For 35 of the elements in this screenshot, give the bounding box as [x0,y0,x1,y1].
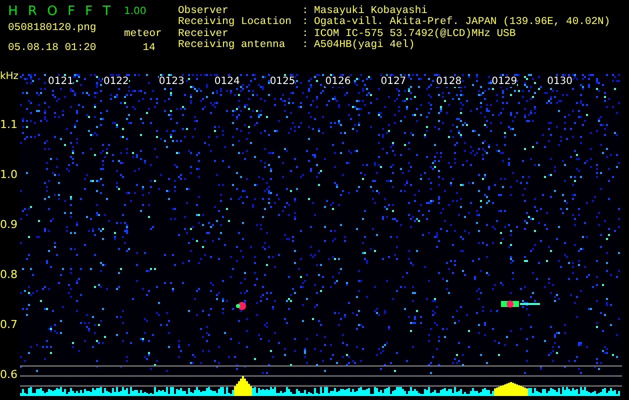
axis-label: 0.8 [0,266,18,282]
time-label: 0125 [270,76,296,87]
time-label: 0122 [103,76,129,87]
axis-label: 1.1 [0,116,18,132]
axis-label: 0.6 [0,366,18,382]
info-label: Receiving antenna [178,39,286,51]
info-separator: : [302,16,310,28]
time-label: 0123 [158,76,184,87]
info-label: Receiver [178,28,228,40]
meteor-label: meteor [124,28,163,40]
time-label: 0128 [436,76,462,87]
axis-unit: kHz [0,72,20,84]
info-separator: : [302,4,310,16]
meteor-count: 14 [142,42,156,54]
axis-label: 0.9 [0,216,18,232]
file-name: 0508180120.png [8,22,98,34]
info-value: A504HB(yagi 4el) [314,39,416,51]
info-value: Masayuki Kobayashi [314,4,428,16]
info-label: Receiving Location [178,16,292,28]
time-label: 0129 [492,76,518,87]
time-label: 0121 [48,76,74,87]
info-value: ICOM IC-575 53.7492(@LCD)MHz USB [314,28,517,40]
time-label: 0127 [380,76,406,87]
info-value: Ogata-vill. Akita-Pref. JAPAN (139.96E, 40.02N) [314,16,610,28]
timestamp: 05.08.18 01:20 [8,42,98,54]
info-separator: : [302,39,310,51]
axis-label: 0.7 [0,316,18,332]
axis-label: 1.0 [0,166,18,182]
app-title: H R O F F T [8,4,115,19]
app-version: 1.00 [124,5,148,17]
time-label: 0124 [214,76,240,87]
time-label: 0130 [547,76,573,87]
info-label: Observer [178,4,228,16]
time-label: 0126 [325,76,351,87]
info-separator: : [302,28,310,40]
